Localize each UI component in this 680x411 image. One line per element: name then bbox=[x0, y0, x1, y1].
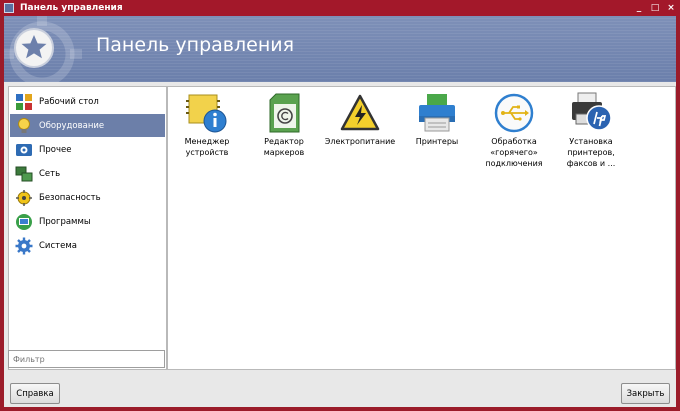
window-body: Панель управления Рабочий стол Оборудова… bbox=[4, 16, 676, 407]
sidebar-item-desktop[interactable]: Рабочий стол bbox=[10, 90, 165, 113]
applet-label-line: Установка bbox=[569, 137, 613, 146]
applet-label-line: маркеров bbox=[263, 148, 305, 157]
applet-marker-editor[interactable]: Редактор маркеров bbox=[247, 92, 321, 158]
sidebar-item-label: Прочее bbox=[39, 144, 72, 155]
category-sidebar: Рабочий стол Оборудование Прочее Сеть Бе… bbox=[8, 86, 167, 370]
sidebar-item-label: Безопасность bbox=[39, 192, 101, 203]
sidebar-item-system[interactable]: Система bbox=[10, 234, 165, 257]
control-panel-window: Панель управления _ □ × Панель управлени bbox=[0, 0, 680, 411]
lightbulb-icon bbox=[18, 117, 30, 133]
usb-hotplug-icon bbox=[494, 93, 534, 133]
applet-power[interactable]: Электропитание bbox=[323, 92, 397, 147]
applet-label-line: Редактор bbox=[264, 137, 304, 146]
hp-printer-setup-icon bbox=[572, 92, 612, 131]
sidebar-item-programs[interactable]: Программы bbox=[10, 210, 165, 233]
close-button[interactable]: Закрыть bbox=[621, 383, 670, 404]
applet-label-line: устройств bbox=[185, 148, 229, 157]
printer-icon bbox=[419, 94, 455, 132]
network-icon bbox=[15, 166, 33, 181]
help-button[interactable]: Справка bbox=[10, 383, 60, 404]
applet-label-line: факсов и ... bbox=[566, 159, 616, 168]
app-icon bbox=[4, 3, 14, 13]
maximize-button[interactable]: □ bbox=[648, 0, 662, 16]
programs-icon bbox=[16, 213, 32, 230]
sidebar-item-network[interactable]: Сеть bbox=[10, 162, 165, 185]
sidebar-item-label: Рабочий стол bbox=[39, 96, 99, 107]
applet-device-manager[interactable]: Менеджер устройств bbox=[170, 92, 244, 158]
applet-label-line: «горячего» bbox=[490, 148, 538, 157]
applet-label-line: Менеджер bbox=[184, 137, 230, 146]
sidebar-item-security[interactable]: Безопасность bbox=[10, 186, 165, 209]
close-window-button[interactable]: × bbox=[664, 0, 678, 16]
sidebar-item-other[interactable]: Прочее bbox=[10, 138, 165, 161]
sidebar-item-label: Программы bbox=[39, 216, 91, 227]
header-banner: Панель управления bbox=[4, 16, 676, 82]
power-warning-icon bbox=[340, 94, 380, 131]
applet-usb-hotplug[interactable]: Обработка «горячего» подключения bbox=[477, 92, 551, 169]
banner-title: Панель управления bbox=[96, 34, 295, 56]
applet-label-line: Обработка bbox=[491, 137, 537, 146]
marker-editor-icon bbox=[269, 93, 300, 133]
other-icon bbox=[16, 143, 32, 156]
window-title: Панель управления bbox=[20, 3, 123, 13]
system-gear-icon bbox=[15, 237, 33, 254]
applet-label-line: Принтеры bbox=[415, 137, 459, 146]
sidebar-item-hardware[interactable]: Оборудование bbox=[10, 114, 165, 137]
applet-printers[interactable]: Принтеры bbox=[400, 92, 474, 147]
sidebar-item-label: Оборудование bbox=[39, 120, 105, 131]
applet-printer-setup[interactable]: Установка принтеров, факсов и ... bbox=[554, 92, 628, 169]
applet-label-line: подключения bbox=[485, 159, 543, 168]
filter-input[interactable] bbox=[8, 350, 165, 368]
desktop-icon bbox=[16, 93, 32, 110]
applet-label-line: Электропитание bbox=[324, 137, 396, 146]
title-bar[interactable]: Панель управления _ □ × bbox=[0, 0, 680, 16]
minimize-button[interactable]: _ bbox=[632, 0, 646, 16]
security-icon bbox=[16, 189, 32, 206]
sidebar-item-label: Сеть bbox=[39, 168, 61, 179]
device-manager-icon bbox=[186, 94, 227, 133]
applet-label-line: принтеров, bbox=[567, 148, 615, 157]
sidebar-item-label: Система bbox=[39, 240, 77, 251]
control-panel-logo-icon bbox=[4, 16, 82, 82]
applet-grid: Менеджер устройств Редактор маркеров Эле… bbox=[167, 86, 676, 370]
